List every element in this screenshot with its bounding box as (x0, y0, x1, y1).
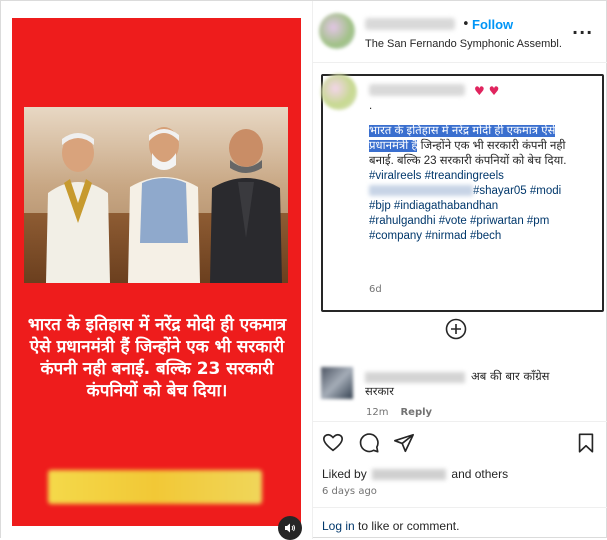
instagram-post-frame: भारत के इतिहास में नरेंद्र मोदी ही एकमात… (0, 0, 607, 540)
caption-text: . भारत के इतिहास में नरेंद्र मोदी ही एकम… (369, 100, 593, 244)
comment-time: 12m (366, 407, 389, 418)
speaker-icon (285, 523, 295, 533)
hashtags-line-4[interactable]: #rahulgandhi #vote #priwartan #pm (369, 214, 593, 229)
post-location[interactable]: The San Fernando Symphonic Assembl... (365, 38, 561, 50)
caption-box: ♥ ♥ . भारत के इतिहास में नरेंद्र मोदी ही… (321, 74, 604, 312)
hashtags-line-5[interactable]: #company #nirmad #bech (369, 229, 593, 244)
like-heart-icon[interactable] (322, 432, 344, 454)
liked-by-text: Liked by and others (322, 467, 508, 481)
person-right (210, 129, 282, 283)
login-link[interactable]: Log in (322, 519, 355, 533)
hashtags-line-3[interactable]: #bjp #indiagathabandhan (369, 199, 593, 214)
liked-by-others[interactable]: and others (451, 467, 508, 481)
poster-text: भारत के इतिहास में नरेंद्र मोदी ही एकमात… (27, 315, 287, 401)
person-middle (128, 127, 200, 283)
poster-image: भारत के इतिहास में नरेंद्र मोदी ही एकमात… (12, 18, 302, 540)
caption-author-username[interactable] (369, 84, 465, 96)
blurred-tag (369, 185, 473, 197)
share-icon[interactable] (393, 432, 415, 454)
leaders-photo (24, 107, 288, 283)
author-username[interactable] (365, 18, 455, 30)
mute-button[interactable] (278, 516, 302, 540)
follow-button[interactable]: Follow (472, 17, 513, 32)
liked-by-user[interactable] (372, 469, 447, 481)
comment-text: अब की बार कॉंग्रेस (471, 369, 550, 383)
hashtags-line-2[interactable]: #shayar05 #modi (369, 184, 593, 199)
reply-button[interactable]: Reply (400, 407, 432, 418)
hashtags-line-1[interactable]: #viralreels #treandingreels (369, 169, 593, 184)
separator-dot: • (462, 17, 470, 32)
comment-meta: 12m Reply (366, 407, 432, 418)
comment-text-2: सरकार (365, 384, 394, 398)
heart-emojis: ♥ ♥ (474, 84, 500, 98)
more-options-icon[interactable]: ··· (572, 23, 593, 42)
caption-dot: . (369, 100, 373, 112)
commenter-avatar[interactable] (321, 367, 353, 399)
comment-item: अब की बार कॉंग्रेस सरकार 12m Reply (313, 363, 607, 421)
save-bookmark-icon[interactable] (575, 432, 597, 454)
liked-by-prefix: Liked by (322, 467, 367, 481)
login-prompt: Log in to like or comment. (313, 507, 607, 539)
post-sidebar: • Follow The San Fernando Symphonic Asse… (312, 1, 607, 539)
author-avatar[interactable] (319, 13, 355, 49)
post-media[interactable]: भारत के इतिहास में नरेंद्र मोदी ही एकमात… (1, 1, 312, 540)
post-header: • Follow The San Fernando Symphonic Asse… (313, 1, 607, 63)
caption-timestamp: 6d (369, 284, 382, 295)
caption-author-avatar[interactable] (321, 74, 357, 110)
post-date: 6 days ago (322, 486, 377, 497)
commenter-username[interactable] (365, 372, 465, 383)
blurred-banner (48, 470, 262, 504)
comment-icon[interactable] (358, 432, 380, 454)
person-left (46, 133, 110, 283)
load-more-comments-icon[interactable] (445, 318, 467, 340)
action-bar (313, 421, 607, 461)
login-rest: to like or comment. (354, 519, 460, 533)
